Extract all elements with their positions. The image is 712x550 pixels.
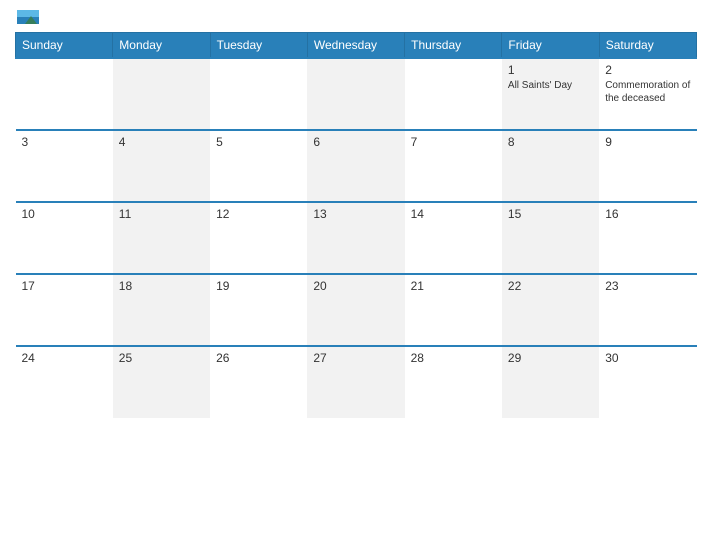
weekday-sunday: Sunday (16, 33, 113, 59)
calendar-cell: 5 (210, 130, 307, 202)
calendar-cell: 2 Commemoration of the deceased (599, 58, 696, 130)
day-number: 15 (508, 207, 593, 221)
calendar-event: All Saints' Day (508, 79, 593, 92)
weekday-header-row: SundayMondayTuesdayWednesdayThursdayFrid… (16, 33, 697, 59)
day-number: 2 (605, 63, 690, 77)
day-number: 10 (22, 207, 107, 221)
weekday-wednesday: Wednesday (307, 33, 404, 59)
calendar-cell: 12 (210, 202, 307, 274)
day-number: 3 (22, 135, 107, 149)
calendar-cell: 21 (405, 274, 502, 346)
day-number: 18 (119, 279, 204, 293)
day-number: 7 (411, 135, 496, 149)
day-number: 16 (605, 207, 690, 221)
day-number: 24 (22, 351, 107, 365)
calendar-cell: 26 (210, 346, 307, 418)
weekday-friday: Friday (502, 33, 599, 59)
day-number: 23 (605, 279, 690, 293)
calendar-cell: 10 (16, 202, 113, 274)
day-number: 22 (508, 279, 593, 293)
calendar-cell: 19 (210, 274, 307, 346)
calendar-cell: 30 (599, 346, 696, 418)
day-number: 4 (119, 135, 204, 149)
calendar-week-3: 10 11 12 13 14 15 16 (16, 202, 697, 274)
calendar-cell: 25 (113, 346, 210, 418)
calendar-cell: 14 (405, 202, 502, 274)
day-number: 13 (313, 207, 398, 221)
day-number: 8 (508, 135, 593, 149)
calendar-cell: 20 (307, 274, 404, 346)
calendar-week-5: 24 25 26 27 28 29 30 (16, 346, 697, 418)
calendar-cell (210, 58, 307, 130)
day-number: 30 (605, 351, 690, 365)
header (15, 10, 697, 24)
weekday-thursday: Thursday (405, 33, 502, 59)
calendar-cell: 29 (502, 346, 599, 418)
calendar-table: SundayMondayTuesdayWednesdayThursdayFrid… (15, 32, 697, 418)
calendar-cell: 4 (113, 130, 210, 202)
weekday-tuesday: Tuesday (210, 33, 307, 59)
calendar-cell (307, 58, 404, 130)
calendar-cell: 7 (405, 130, 502, 202)
day-number: 28 (411, 351, 496, 365)
day-number: 14 (411, 207, 496, 221)
calendar-cell: 15 (502, 202, 599, 274)
calendar-cell: 6 (307, 130, 404, 202)
calendar-cell (113, 58, 210, 130)
day-number: 27 (313, 351, 398, 365)
day-number: 19 (216, 279, 301, 293)
calendar-cell: 23 (599, 274, 696, 346)
calendar-cell (405, 58, 502, 130)
calendar-cell: 11 (113, 202, 210, 274)
day-number: 6 (313, 135, 398, 149)
day-number: 21 (411, 279, 496, 293)
calendar-week-1: 1 All Saints' Day 2 Commemoration of the de… (16, 58, 697, 130)
logo (15, 10, 39, 24)
calendar-cell: 22 (502, 274, 599, 346)
calendar-cell: 17 (16, 274, 113, 346)
day-number: 1 (508, 63, 593, 77)
weekday-saturday: Saturday (599, 33, 696, 59)
calendar-cell: 18 (113, 274, 210, 346)
calendar-cell (16, 58, 113, 130)
calendar-cell: 27 (307, 346, 404, 418)
calendar-cell: 1 All Saints' Day (502, 58, 599, 130)
calendar-cell: 8 (502, 130, 599, 202)
calendar-cell: 13 (307, 202, 404, 274)
calendar-cell: 28 (405, 346, 502, 418)
calendar-event: Commemoration of the deceased (605, 79, 690, 105)
day-number: 17 (22, 279, 107, 293)
calendar-week-4: 17 18 19 20 21 22 23 (16, 274, 697, 346)
calendar-cell: 24 (16, 346, 113, 418)
calendar-week-2: 3456789 (16, 130, 697, 202)
calendar-cell: 9 (599, 130, 696, 202)
day-number: 20 (313, 279, 398, 293)
logo-flag-icon (17, 10, 39, 24)
calendar-cell: 16 (599, 202, 696, 274)
day-number: 25 (119, 351, 204, 365)
day-number: 11 (119, 207, 204, 221)
day-number: 29 (508, 351, 593, 365)
day-number: 5 (216, 135, 301, 149)
weekday-monday: Monday (113, 33, 210, 59)
calendar-cell: 3 (16, 130, 113, 202)
day-number: 9 (605, 135, 690, 149)
day-number: 26 (216, 351, 301, 365)
day-number: 12 (216, 207, 301, 221)
page: SundayMondayTuesdayWednesdayThursdayFrid… (0, 0, 712, 550)
